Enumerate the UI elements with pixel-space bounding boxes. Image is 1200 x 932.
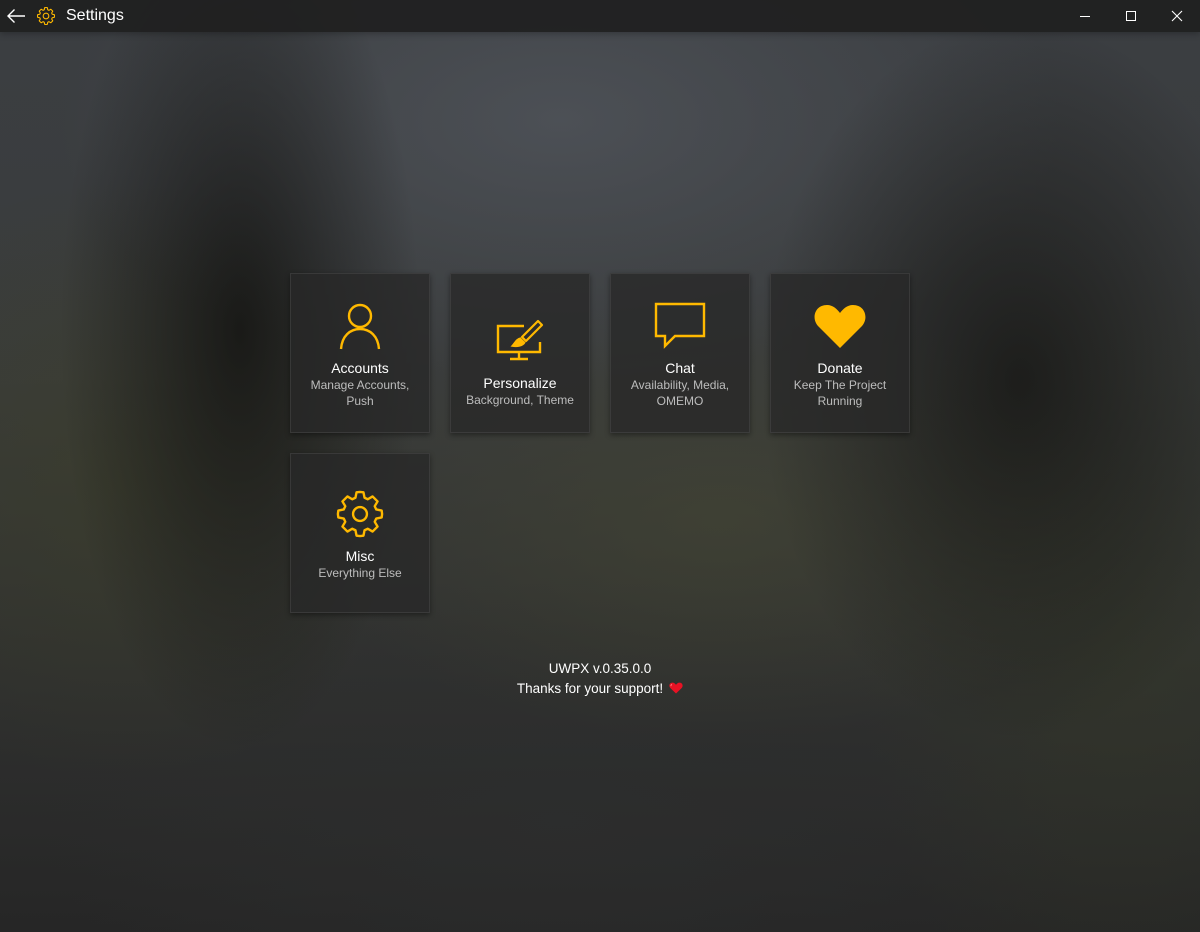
thanks-text: Thanks for your support! — [516, 681, 664, 696]
close-icon — [1171, 10, 1183, 22]
minimize-button[interactable] — [1062, 0, 1108, 32]
gear-icon — [35, 5, 57, 27]
minimize-icon — [1080, 16, 1090, 17]
close-button[interactable] — [1154, 0, 1200, 32]
settings-tiles: Accounts Manage Accounts, Push Personali… — [290, 273, 910, 613]
tile-misc[interactable]: Misc Everything Else — [290, 453, 430, 613]
red-heart-icon — [669, 680, 683, 700]
back-arrow-icon — [7, 9, 25, 23]
window-controls — [1062, 0, 1200, 32]
title-bar: Settings — [0, 0, 1200, 32]
tile-title: Personalize — [483, 374, 557, 391]
version-text: UWPX v.0.35.0.0 — [548, 661, 652, 676]
tile-chat[interactable]: Chat Availability, Media, OMEMO — [610, 273, 750, 433]
tile-title: Donate — [817, 359, 863, 376]
tile-subtitle: Availability, Media, OMEMO — [630, 377, 730, 408]
gear-icon — [332, 486, 388, 542]
thanks-line: Thanks for your support! — [0, 679, 1200, 700]
person-icon — [332, 298, 388, 354]
tile-personalize[interactable]: Personalize Background, Theme — [450, 273, 590, 433]
tile-subtitle: Manage Accounts, Push — [310, 377, 410, 408]
tile-subtitle: Everything Else — [318, 565, 402, 580]
footer: UWPX v.0.35.0.0 Thanks for your support! — [0, 659, 1200, 700]
tile-subtitle: Background, Theme — [466, 392, 574, 407]
window-title: Settings — [66, 7, 124, 24]
back-button[interactable] — [0, 0, 32, 32]
tile-donate[interactable]: Donate Keep The Project Running — [770, 273, 910, 433]
tile-subtitle: Keep The Project Running — [793, 377, 887, 408]
maximize-button[interactable] — [1108, 0, 1154, 32]
heart-icon — [812, 298, 868, 354]
tile-title: Chat — [665, 359, 695, 376]
chat-bubble-icon — [652, 298, 708, 354]
maximize-icon — [1126, 11, 1136, 21]
paintbrush-monitor-icon — [492, 313, 548, 369]
tile-title: Accounts — [331, 359, 389, 376]
tile-accounts[interactable]: Accounts Manage Accounts, Push — [290, 273, 430, 433]
tile-title: Misc — [345, 547, 375, 564]
